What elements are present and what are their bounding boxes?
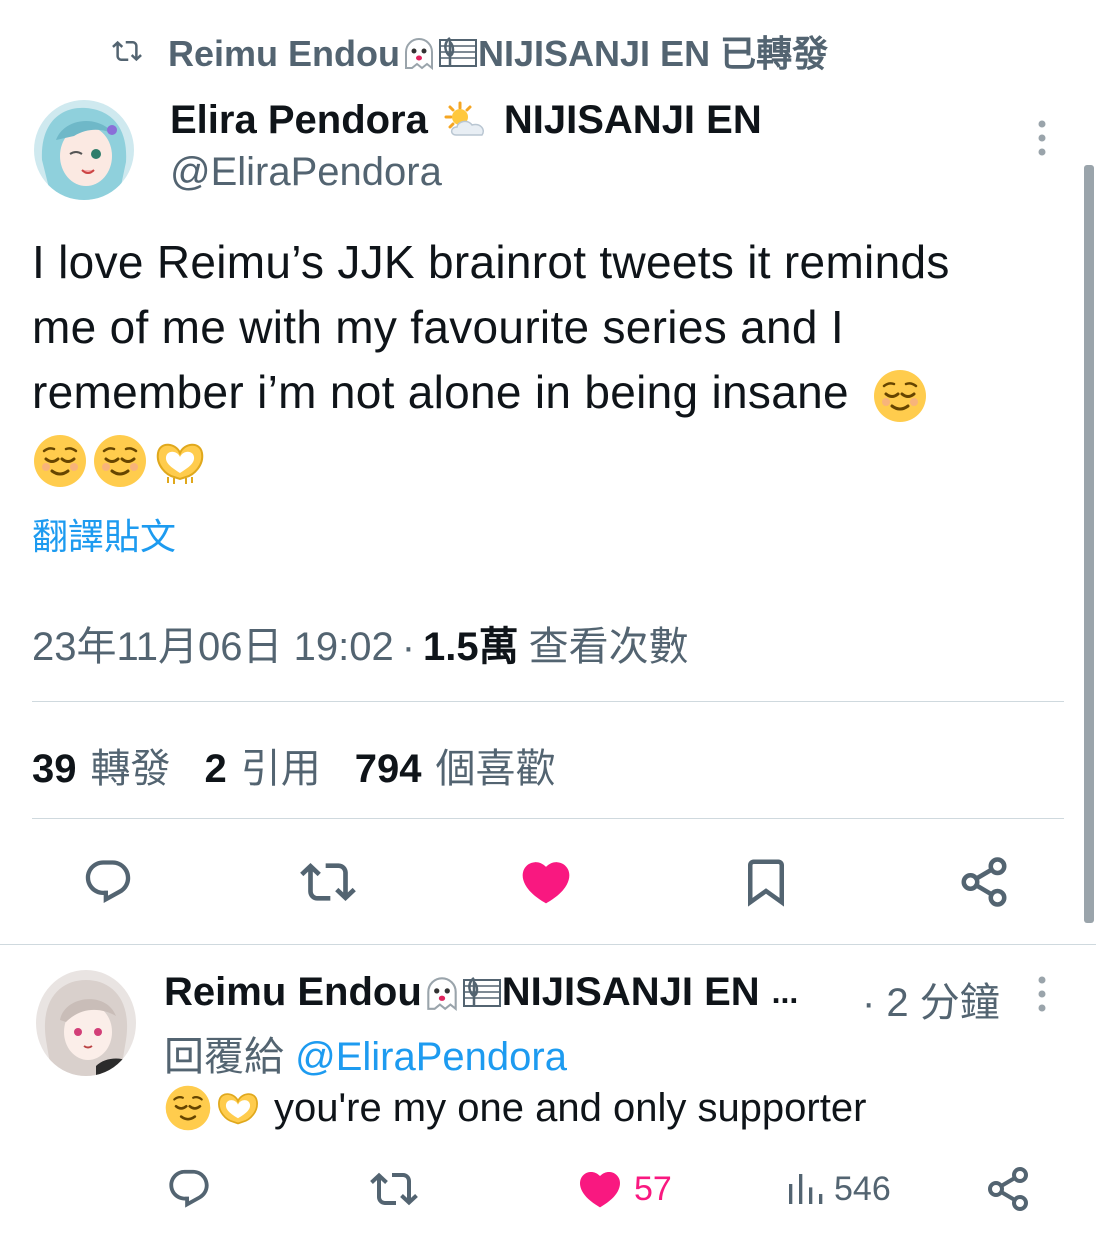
tweet-line-2: me of me with my favourite series and I bbox=[32, 301, 844, 353]
retweet-button[interactable] bbox=[298, 852, 358, 912]
share-icon bbox=[988, 1167, 1028, 1211]
views-count: 1.5萬 bbox=[423, 625, 519, 669]
meta-separator: · bbox=[401, 625, 416, 669]
author-name-text: Elira Pendora bbox=[170, 98, 428, 142]
relieved-face-icon bbox=[873, 369, 926, 422]
heart-hands-icon bbox=[218, 1093, 258, 1125]
engagement-stats: 39 轉發 2 引用 794 個喜歡 bbox=[32, 736, 590, 794]
reply-views-button[interactable]: 546 bbox=[784, 1164, 891, 1214]
reply-button[interactable] bbox=[78, 852, 138, 912]
retweet-icon bbox=[300, 863, 356, 901]
retweeter-name-text: Reimu Endou bbox=[168, 33, 400, 74]
relieved-face-icon bbox=[165, 1085, 211, 1131]
author-name[interactable]: Elira Pendora NIJISANJI EN bbox=[170, 98, 762, 143]
analytics-icon bbox=[789, 1174, 823, 1204]
tweet-meta: 23年11月06日 19:02 · 1.5萬 查看次數 bbox=[32, 614, 689, 672]
quote-count[interactable]: 2 bbox=[205, 747, 227, 792]
relieved-face-icon bbox=[94, 434, 146, 487]
reply-view-count: 546 bbox=[834, 1169, 891, 1208]
more-options-icon[interactable] bbox=[1030, 974, 1054, 1014]
reply-like-button[interactable]: 57 bbox=[576, 1164, 672, 1214]
heart-hands-icon bbox=[156, 443, 204, 484]
retweet-icon bbox=[112, 40, 142, 62]
bookmark-icon bbox=[748, 859, 784, 907]
like-count[interactable]: 794 bbox=[355, 747, 422, 792]
relieved-face-icon bbox=[34, 434, 86, 487]
retweeter-org: NIJISANJI EN bbox=[478, 33, 711, 74]
reply-retweet-button[interactable] bbox=[370, 1164, 428, 1214]
reply-icon bbox=[85, 860, 131, 904]
share-icon bbox=[961, 857, 1007, 907]
replying-handle-link[interactable]: @EliraPendora bbox=[295, 1035, 567, 1079]
divider bbox=[0, 944, 1096, 945]
retweet-label[interactable]: 轉發 bbox=[91, 736, 171, 794]
reply-icon bbox=[169, 1169, 209, 1208]
music-score-icon bbox=[439, 37, 477, 67]
reply-author-name[interactable]: Reimu Endou NIJISANJI EN... bbox=[164, 970, 798, 1015]
reply-share-button[interactable] bbox=[984, 1164, 1042, 1214]
author-org: NIJISANJI EN bbox=[503, 98, 762, 142]
avatar-image bbox=[34, 100, 134, 200]
retweet-header[interactable]: Reimu Endou NIJISANJI EN 已轉發 bbox=[110, 28, 828, 74]
tweet-line-3-text: remember i’m not alone in being insane bbox=[32, 366, 849, 418]
music-score-icon bbox=[462, 976, 501, 1007]
sun-behind-cloud-icon bbox=[444, 101, 484, 136]
more-options-icon[interactable] bbox=[1030, 118, 1054, 158]
views-label: 查看次數 bbox=[528, 625, 689, 669]
tweet-line-4 bbox=[32, 425, 1052, 490]
translate-post-link[interactable]: 翻譯貼文 bbox=[32, 508, 176, 560]
divider bbox=[32, 701, 1064, 702]
bookmark-button[interactable] bbox=[736, 852, 796, 912]
share-button[interactable] bbox=[954, 852, 1014, 912]
reply-reply-button[interactable] bbox=[166, 1164, 222, 1214]
tweet-line-1: I love Reimu’s JJK brainrot tweets it re… bbox=[32, 236, 950, 288]
scrollbar[interactable] bbox=[1084, 165, 1094, 923]
reply-text-content: you're my one and only supporter bbox=[274, 1085, 867, 1130]
reply-author-org: NIJISANJI EN bbox=[501, 970, 760, 1014]
reply-text: you're my one and only supporter bbox=[164, 1084, 866, 1132]
reply-author-name-text: Reimu Endou bbox=[164, 970, 422, 1014]
timestamp[interactable]: 23年11月06日 19:02 bbox=[32, 614, 394, 672]
author-avatar[interactable] bbox=[34, 100, 134, 200]
reply-like-count: 57 bbox=[634, 1169, 672, 1208]
author-handle[interactable]: @EliraPendora bbox=[170, 150, 442, 195]
quote-label[interactable]: 引用 bbox=[241, 736, 321, 794]
retweeter-name: Reimu Endou NIJISANJI EN 已轉發 bbox=[168, 25, 828, 77]
like-label[interactable]: 個喜歡 bbox=[436, 736, 556, 794]
tweet-text: I love Reimu’s JJK brainrot tweets it re… bbox=[32, 230, 1052, 490]
tweet-line-3: remember i’m not alone in being insane bbox=[32, 360, 1052, 425]
like-icon bbox=[579, 1172, 621, 1208]
name-ellipsis: ... bbox=[771, 974, 799, 1010]
replying-prefix: 回覆給 bbox=[164, 1035, 284, 1079]
like-button[interactable] bbox=[516, 852, 576, 912]
divider bbox=[32, 818, 1064, 819]
replying-to: 回覆給 @EliraPendora bbox=[164, 1024, 567, 1082]
reply-time[interactable]: · 2 分鐘 bbox=[862, 970, 1000, 1028]
ghost-icon bbox=[405, 38, 433, 71]
retweet-count[interactable]: 39 bbox=[32, 747, 77, 792]
retweet-action: 已轉發 bbox=[720, 33, 829, 74]
avatar-image bbox=[36, 970, 136, 1076]
reply-author-avatar[interactable] bbox=[36, 970, 136, 1076]
ghost-icon bbox=[427, 976, 457, 1011]
retweet-icon bbox=[370, 1172, 418, 1206]
like-icon bbox=[522, 862, 570, 904]
